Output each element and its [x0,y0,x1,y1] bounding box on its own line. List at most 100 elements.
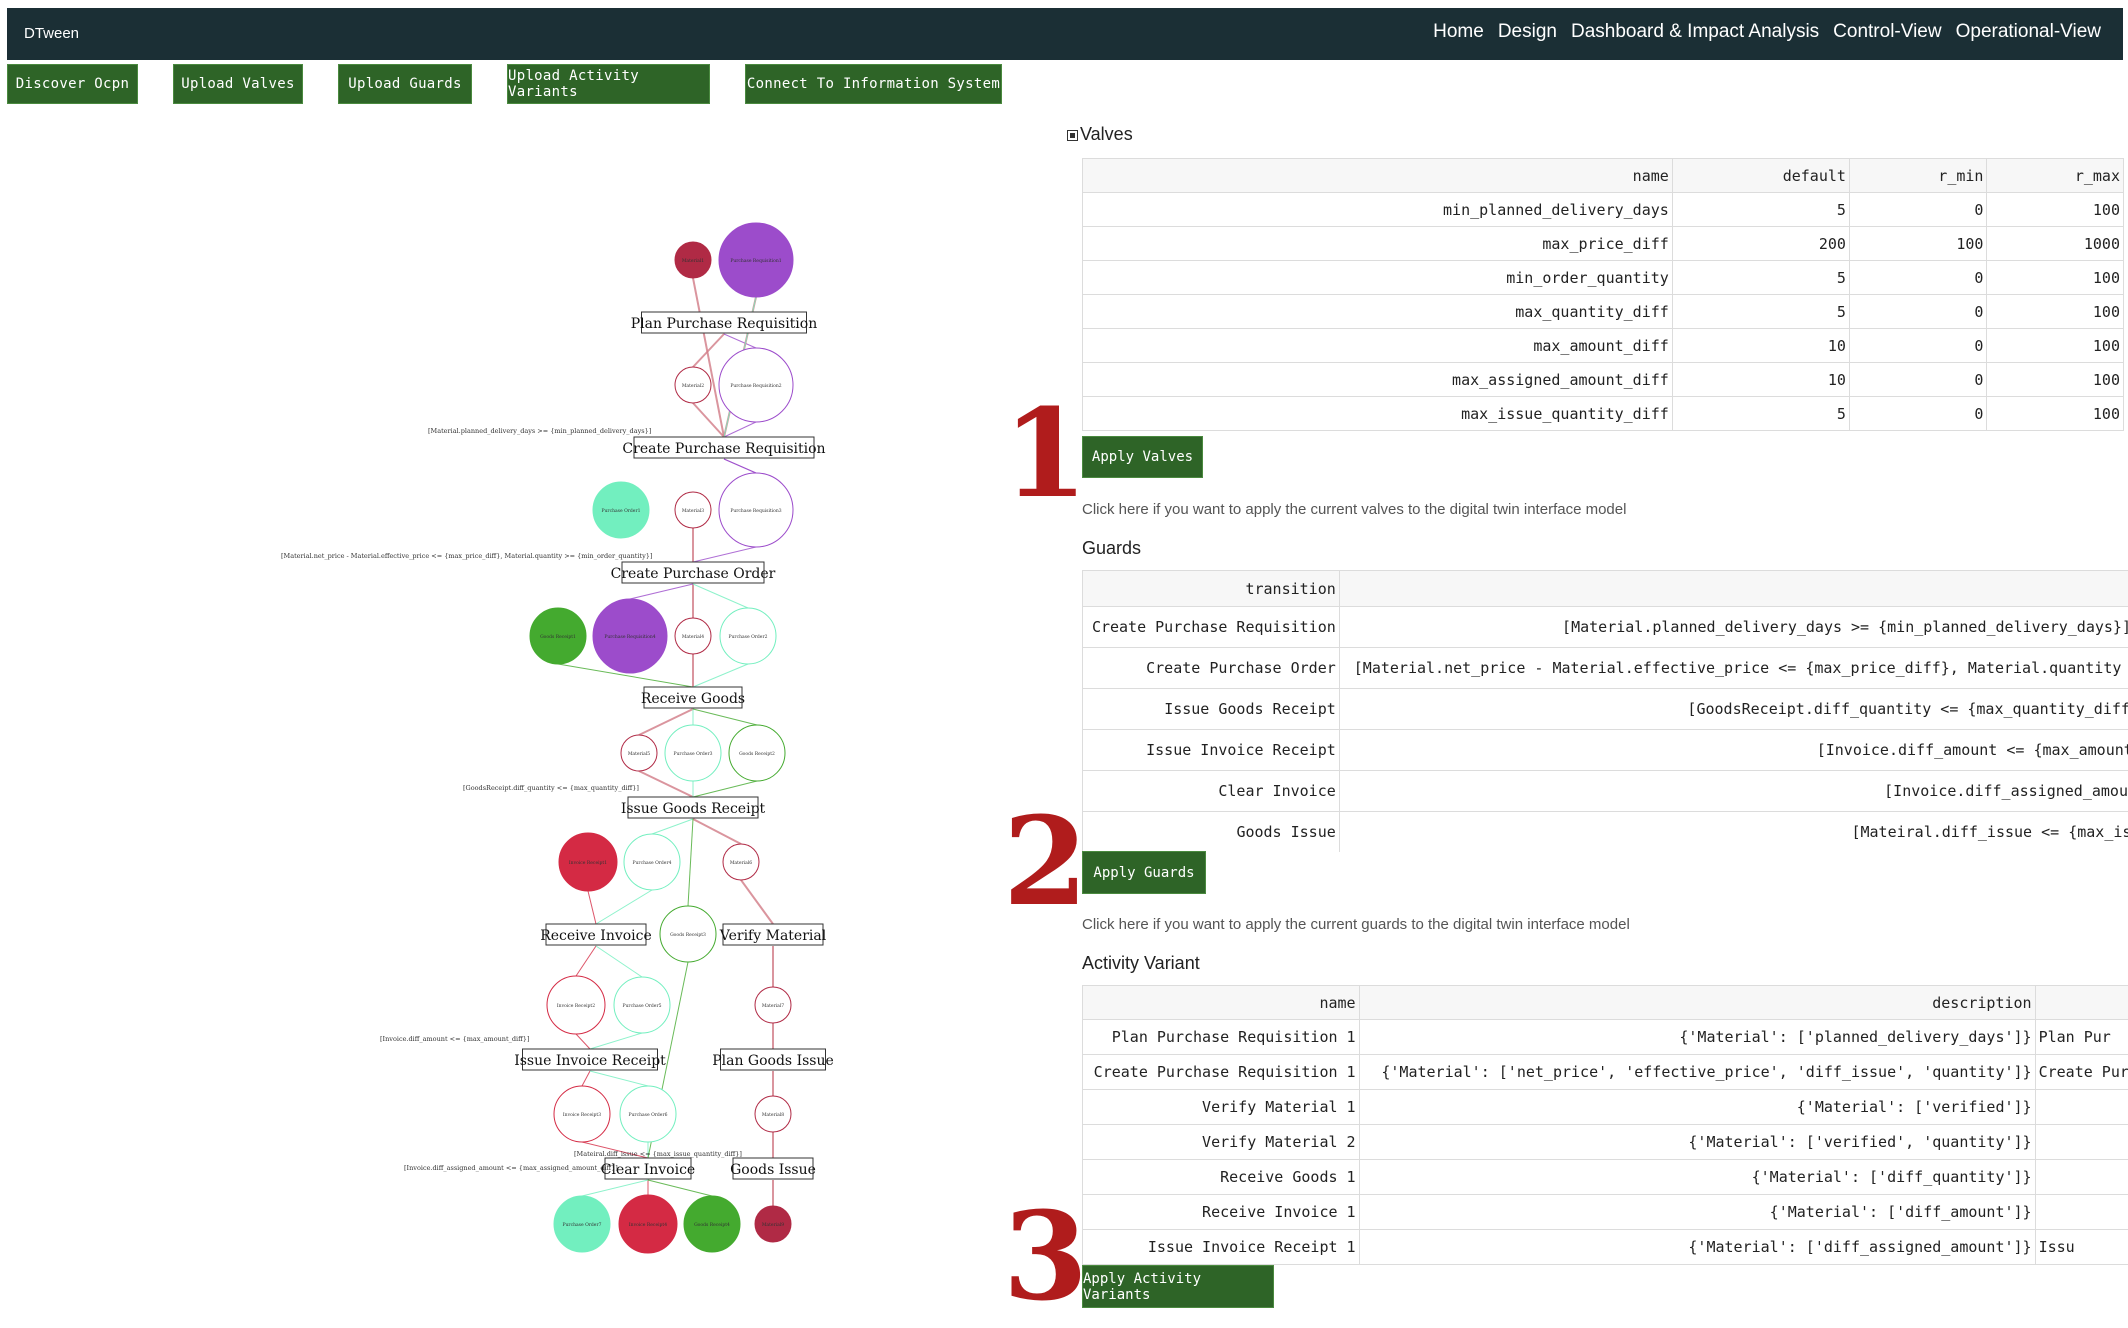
valve-default[interactable]: 5 [1672,261,1849,295]
upload-guards-button[interactable]: Upload Guards [338,64,472,104]
graph-place-label: Invoice Receipt4 [629,1222,667,1228]
app-brand[interactable]: DTween [24,25,79,42]
valve-name: max_amount_diff [1083,329,1673,363]
valve-default[interactable]: 5 [1672,295,1849,329]
table-row: Receive Invoice 1 {'Material': ['diff_am… [1083,1195,2128,1230]
upload-activity-variants-button[interactable]: Upload Activity Variants [507,64,710,104]
valve-name: min_planned_delivery_days [1083,193,1673,227]
valve-rmin[interactable]: 0 [1849,363,1987,397]
valve-default[interactable]: 200 [1672,227,1849,261]
variant-name: Receive Goods 1 [1083,1160,1360,1195]
guard-transition: Create Purchase Order [1083,648,1340,689]
valve-rmax[interactable]: 100 [1987,261,2124,295]
valve-rmin[interactable]: 0 [1849,329,1987,363]
variants-table-wrap: name description Plan Purchase Requisiti… [1082,985,2128,1265]
valve-rmin[interactable]: 0 [1849,397,1987,431]
nav-design[interactable]: Design [1498,21,1557,43]
valve-rmax[interactable]: 100 [1987,363,2124,397]
variant-description[interactable]: {'Material': ['diff_quantity']} [1359,1160,2035,1195]
guards-table: transition Create Purchase Requisition [… [1082,570,2128,852]
guard-expression[interactable]: [Material.net_price - Material.effective… [1339,648,2128,689]
variant-name: Receive Invoice 1 [1083,1195,1360,1230]
connect-information-system-button[interactable]: Connect To Information System [745,64,1002,104]
graph-place-label: Material1 [682,258,704,264]
graph-place-label: Invoice Receipt2 [557,1003,595,1009]
graph-guard-label: [Invoice.diff_assigned_amount <= {max_as… [404,1164,618,1172]
guard-expression[interactable]: [GoodsReceipt.diff_quantity <= {max_quan… [1339,689,2128,730]
variant-description[interactable]: {'Material': ['verified']} [1359,1090,2035,1125]
graph-place-label: Purchase Order6 [629,1112,668,1118]
nav-home[interactable]: Home [1433,21,1484,43]
table-row: Plan Purchase Requisition 1 {'Material':… [1083,1020,2128,1055]
collapse-checkbox-icon[interactable] [1067,130,1078,141]
graph-place-label: Purchase Order2 [729,634,768,640]
step-number-1: 1 [1003,392,1088,514]
valve-rmin[interactable]: 0 [1849,295,1987,329]
graph-place-label: Goods Receipt1 [540,634,576,640]
guards-table-wrap: transition Create Purchase Requisition [… [1082,570,2128,852]
valve-default[interactable]: 5 [1672,397,1849,431]
valve-rmin[interactable]: 0 [1849,193,1987,227]
apply-activity-variants-button[interactable]: Apply Activity Variants [1082,1265,1274,1308]
nav-operational-view[interactable]: Operational-View [1956,21,2101,43]
table-row: Issue Goods Receipt [GoodsReceipt.diff_q… [1083,689,2128,730]
discover-ocpn-button[interactable]: Discover Ocpn [7,64,138,104]
guards-hint: Click here if you want to apply the curr… [1082,916,1630,933]
graph-place-label: Purchase Requisition1 [730,258,781,264]
table-row: min_planned_delivery_days 5 0 100 [1083,193,2124,227]
valve-rmax[interactable]: 100 [1987,193,2124,227]
graph-place-label: Purchase Requisition2 [730,383,781,389]
guard-expression[interactable]: [Invoice.diff_assigned_amount <= {max_as… [1339,771,2128,812]
valve-name: max_assigned_amount_diff [1083,363,1673,397]
graph-arc [582,1180,648,1196]
variant-description[interactable]: {'Material': ['diff_amount']} [1359,1195,2035,1230]
valves-header-row: name default r_min r_max [1083,159,2124,193]
table-row: Create Purchase Order [Material.net_pric… [1083,648,2128,689]
graph-arc [693,819,741,844]
valves-section-title[interactable]: Valves [1067,124,1133,145]
guard-expression[interactable]: [Mateiral.diff_issue <= {max_issue_quant… [1339,812,2128,853]
apply-guards-button[interactable]: Apply Guards [1082,851,1206,894]
graph-arc [590,1033,642,1049]
table-row: Create Purchase Requisition 1 {'Material… [1083,1055,2128,1090]
upload-valves-button[interactable]: Upload Valves [173,64,303,104]
variant-description[interactable]: {'Material': ['net_price', 'effective_pr… [1359,1055,2035,1090]
table-row: Verify Material 1 {'Material': ['verifie… [1083,1090,2128,1125]
graph-arc [582,1071,590,1086]
valve-rmax[interactable]: 1000 [1987,227,2124,261]
graph-guard-label: [Mateiral.diff_issue <= {max_issue_quant… [574,1150,742,1158]
variant-extra: Plan Pur [2035,1020,2128,1055]
valve-default[interactable]: 5 [1672,193,1849,227]
nav-control-view[interactable]: Control-View [1833,21,1941,43]
graph-arc [693,547,756,562]
graph-arc [724,422,756,437]
graph-transition-label: Plan Goods Issue [712,1053,834,1069]
apply-valves-button[interactable]: Apply Valves [1082,436,1203,478]
guard-expression[interactable]: [Invoice.diff_amount <= {max_amount_diff… [1339,730,2128,771]
graph-arc [693,584,748,608]
valve-rmax[interactable]: 100 [1987,295,2124,329]
table-row: Issue Invoice Receipt 1 {'Material': ['d… [1083,1230,2128,1265]
valve-rmin[interactable]: 100 [1849,227,1987,261]
nav-dashboard[interactable]: Dashboard & Impact Analysis [1571,21,1819,43]
valves-col-rmax: r_max [1987,159,2124,193]
valve-rmin[interactable]: 0 [1849,261,1987,295]
graph-guard-label: [Material.planned_delivery_days >= {min_… [428,427,651,435]
valves-col-rmin: r_min [1849,159,1987,193]
valve-default[interactable]: 10 [1672,329,1849,363]
valve-name: min_order_quantity [1083,261,1673,295]
valve-name: max_quantity_diff [1083,295,1673,329]
graph-transition-label: Create Purchase Order [611,566,776,582]
variant-description[interactable]: {'Material': ['verified', 'quantity']} [1359,1125,2035,1160]
guard-expression[interactable]: [Material.planned_delivery_days >= {min_… [1339,607,2128,648]
step-number-3: 3 [1003,1195,1088,1317]
variant-description[interactable]: {'Material': ['planned_delivery_days']} [1359,1020,2035,1055]
variant-extra [2035,1195,2128,1230]
graph-place-label: Goods Receipt3 [670,932,706,938]
valve-rmax[interactable]: 100 [1987,397,2124,431]
valve-default[interactable]: 10 [1672,363,1849,397]
variant-description[interactable]: {'Material': ['diff_assigned_amount']} [1359,1230,2035,1265]
graph-place-label: Purchase Requisition4 [604,634,655,640]
graph-place-label: Material5 [628,751,650,757]
valve-rmax[interactable]: 100 [1987,329,2124,363]
